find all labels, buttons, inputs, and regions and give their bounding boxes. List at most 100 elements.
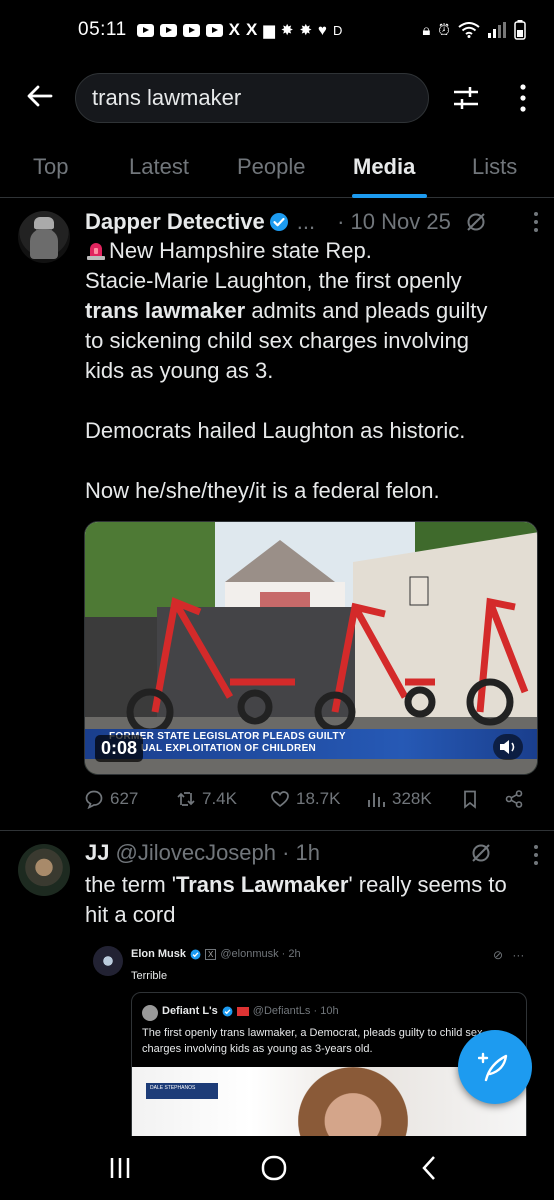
search-header: trans lawmaker bbox=[0, 70, 554, 126]
views-chart-icon bbox=[368, 793, 385, 807]
tab-lists[interactable]: Lists bbox=[472, 154, 517, 180]
like-button[interactable]: 18.7K bbox=[270, 789, 340, 809]
post[interactable]: Dapper Detective ... · 10 Nov 25 New Ham… bbox=[0, 199, 554, 831]
reply-icon bbox=[85, 790, 103, 809]
signal-icon bbox=[488, 22, 506, 38]
display-name[interactable]: JJ bbox=[85, 840, 109, 866]
lock-icon: 🔒︎ bbox=[422, 21, 431, 39]
news-headline: FORMER STATE LEGISLATOR PLEADS GUILTY bbox=[109, 731, 346, 742]
mute-button[interactable] bbox=[493, 734, 523, 760]
sliders-icon bbox=[454, 87, 478, 109]
post-text-line: New Hampshire state Rep. bbox=[109, 238, 372, 263]
post-text: New Hampshire state Rep. Stacie-Marie La… bbox=[85, 236, 535, 506]
siren-emoji-icon bbox=[87, 243, 105, 260]
home-button[interactable] bbox=[254, 1150, 294, 1186]
vertical-dots-icon bbox=[520, 84, 526, 112]
system-navigation-bar bbox=[0, 1136, 554, 1200]
youtube-icon bbox=[159, 23, 177, 37]
embed-text: Terrible bbox=[131, 970, 168, 982]
post-timestamp[interactable]: · 10 Nov 25 bbox=[337, 209, 451, 235]
verified-badge-icon bbox=[190, 949, 201, 959]
heart-icon: ♥ bbox=[318, 21, 327, 39]
embedded-screenshot[interactable]: Elon Musk X @elonmusk · 2h ⊘ ··· Terribl… bbox=[85, 936, 540, 1152]
post-more-button[interactable] bbox=[532, 844, 540, 872]
verified-badge-icon bbox=[222, 1006, 233, 1016]
search-highlight: Trans Lawmaker bbox=[176, 872, 349, 897]
news-headline: UAL EXPLOITATION OF CHILDREN bbox=[141, 743, 317, 754]
more-options-button[interactable] bbox=[508, 78, 538, 118]
user-handle: @elonmusk · 2h bbox=[220, 948, 301, 960]
avatar[interactable] bbox=[18, 844, 70, 896]
youtube-icon bbox=[205, 23, 223, 37]
quote-header: Defiant L's @DefiantLs · 10h bbox=[162, 1005, 339, 1017]
compose-post-button[interactable] bbox=[458, 1030, 532, 1104]
post-actions: 627 7.4K 18.7K 328K bbox=[84, 789, 534, 819]
grok-icon[interactable] bbox=[470, 842, 492, 864]
post-text-line: Stacie-Marie Laughton, the first openly bbox=[85, 268, 462, 293]
share-button[interactable] bbox=[504, 789, 524, 809]
heart-icon bbox=[271, 791, 289, 808]
x-logo-icon: X bbox=[205, 948, 217, 960]
like-count: 18.7K bbox=[296, 789, 341, 808]
grok-icon[interactable] bbox=[465, 211, 487, 233]
notification-icons: X X ▆ ✸ ✸ ♥ D bbox=[136, 20, 343, 40]
vertical-dots-icon bbox=[534, 845, 538, 865]
display-name: Elon Musk bbox=[131, 948, 187, 960]
brand-logo-icon bbox=[236, 1006, 249, 1016]
search-tabs: Top Latest People Media Lists bbox=[0, 140, 554, 198]
post-text-line: admits and pleads guilty bbox=[245, 298, 488, 323]
display-name[interactable]: Dapper Detective bbox=[85, 209, 265, 235]
user-handle[interactable]: @JilovecJoseph · 1h bbox=[115, 840, 320, 866]
post-more-button[interactable] bbox=[532, 211, 540, 239]
tab-top[interactable]: Top bbox=[33, 154, 68, 180]
arrow-left-icon bbox=[27, 85, 53, 107]
embed-header: Elon Musk X @elonmusk · 2h bbox=[131, 948, 301, 960]
view-count: 328K bbox=[392, 789, 432, 808]
vertical-dots-icon bbox=[534, 212, 538, 232]
search-input[interactable]: trans lawmaker bbox=[75, 73, 429, 123]
avatar bbox=[93, 946, 123, 976]
post-text-line: kids as young as 3. bbox=[85, 358, 274, 383]
post-text-line: Now he/she/they/it is a federal felon. bbox=[85, 478, 440, 503]
recent-apps-icon bbox=[110, 1158, 130, 1178]
d-app-icon: D bbox=[332, 22, 343, 38]
reply-button[interactable]: 627 bbox=[84, 789, 138, 809]
back-button[interactable] bbox=[20, 76, 60, 116]
alarm-icon: ⏰︎ bbox=[438, 21, 450, 39]
tab-media[interactable]: Media bbox=[353, 154, 415, 180]
video-player[interactable]: FORMER STATE LEGISLATOR PLEADS GUILTY UA… bbox=[84, 521, 538, 775]
clock: 05:11 bbox=[78, 19, 127, 40]
wifi-icon bbox=[458, 22, 480, 38]
system-back-button[interactable] bbox=[410, 1150, 450, 1186]
battery-icon bbox=[514, 20, 526, 40]
grok-icon: ⊘ bbox=[493, 948, 504, 962]
youtube-icon bbox=[136, 23, 154, 37]
avatar[interactable] bbox=[18, 211, 70, 263]
post-header: JJ @JilovecJoseph · 1h bbox=[85, 840, 320, 866]
x-app-icon: X bbox=[245, 20, 258, 39]
embed-top-icons: ⊘ ··· bbox=[493, 948, 524, 962]
share-icon bbox=[505, 790, 523, 808]
bookmark-button[interactable] bbox=[460, 789, 480, 809]
feather-plus-icon bbox=[478, 1052, 508, 1082]
news-lower-third: FORMER STATE LEGISLATOR PLEADS GUILTY UA… bbox=[85, 729, 537, 759]
post-text-line: Democrats hailed Laughton as historic. bbox=[85, 418, 466, 443]
home-circle-icon bbox=[261, 1155, 287, 1181]
display-name: Defiant L's bbox=[162, 1005, 218, 1017]
reply-count: 627 bbox=[110, 789, 139, 808]
youtube-icon bbox=[182, 23, 200, 37]
name-truncation: ... bbox=[296, 209, 316, 234]
views-button[interactable]: 328K bbox=[366, 789, 432, 809]
news-banner: DALE STEPHANOS bbox=[146, 1083, 218, 1099]
tab-latest[interactable]: Latest bbox=[129, 154, 189, 180]
repost-button[interactable]: 7.4K bbox=[176, 789, 237, 809]
filter-button[interactable] bbox=[446, 78, 486, 118]
post-header: Dapper Detective ... · 10 Nov 25 bbox=[85, 207, 545, 237]
recent-apps-button[interactable] bbox=[100, 1150, 140, 1186]
aperture-icon: ✸ bbox=[299, 22, 313, 39]
tab-people[interactable]: People bbox=[237, 154, 306, 180]
aperture-icon: ✸ bbox=[280, 22, 294, 39]
post-text-line: to sickening child sex charges involving bbox=[85, 328, 469, 353]
more-horizontal-icon: ··· bbox=[512, 948, 525, 962]
search-highlight: trans lawmaker bbox=[85, 298, 246, 323]
